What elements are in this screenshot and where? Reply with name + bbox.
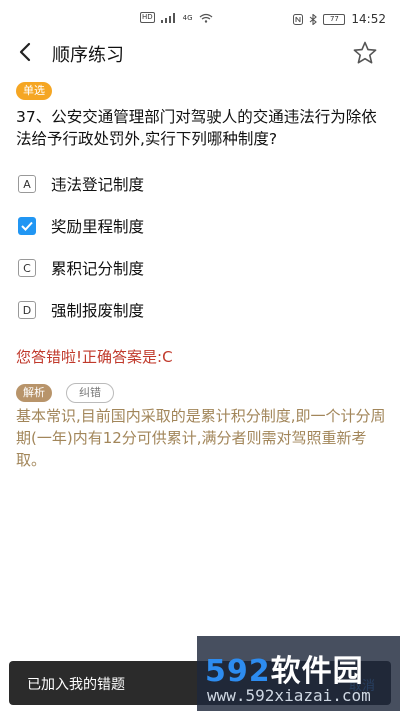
answer-result: 您答错啦!正确答案是:C [16,348,173,366]
toast-message: 已加入我的错题 [27,677,125,693]
question-type-tag: 单选 [16,82,52,100]
clock: 14:52 [351,12,386,26]
battery-level: 77 [329,14,339,23]
option-b[interactable]: 奖励里程制度 [18,215,144,237]
battery-icon: 77 [323,13,346,25]
wifi-icon [199,13,212,23]
site-watermark: 592软件园 www.592xiazai.com [197,636,400,711]
bluetooth-icon [310,13,318,25]
explanation-text: 基本常识,目前国内采取的是累计积分制度,即一个计分周期(一年)内有12分可供累计… [16,407,386,469]
app-header: 顺序练习 [0,38,400,68]
option-a-text: 违法登记制度 [51,176,145,194]
option-c-text: 累积记分制度 [51,260,145,278]
checkbox-checked-icon [18,217,36,235]
watermark-name: 软件园 [270,654,364,689]
option-a-letter: A [18,175,36,193]
explanation-tag: 解析 [16,384,52,402]
status-right: 77 14:52 [293,12,386,26]
status-bar: HD 4G 77 14:52 [0,0,400,38]
option-b-text: 奖励里程制度 [51,218,145,236]
favorite-star-icon[interactable] [352,40,378,66]
option-a[interactable]: A 违法登记制度 [18,173,144,195]
option-c-letter: C [18,259,36,277]
option-c[interactable]: C 累积记分制度 [18,257,144,279]
watermark-logo: 592软件园 [205,646,364,690]
network-indicators: HD 4G [140,12,213,23]
question-text: 37、公安交通管理部门对驾驶人的交通违法行为除依法给予行政处罚外,实行下列哪种制… [16,108,377,148]
signal-label: 4G [182,13,193,22]
watermark-url: www.592xiazai.com [207,686,371,705]
option-d[interactable]: D 强制报废制度 [18,299,144,321]
nfc-icon [293,13,304,25]
watermark-number: 592 [205,654,271,689]
signal-icon [160,12,175,23]
back-arrow-icon[interactable] [14,40,38,64]
option-d-text: 强制报废制度 [51,302,145,320]
option-d-letter: D [18,301,36,319]
page-title: 顺序练习 [52,45,124,66]
hd-badge: HD [140,12,155,23]
report-error-button[interactable]: 纠错 [66,383,114,403]
